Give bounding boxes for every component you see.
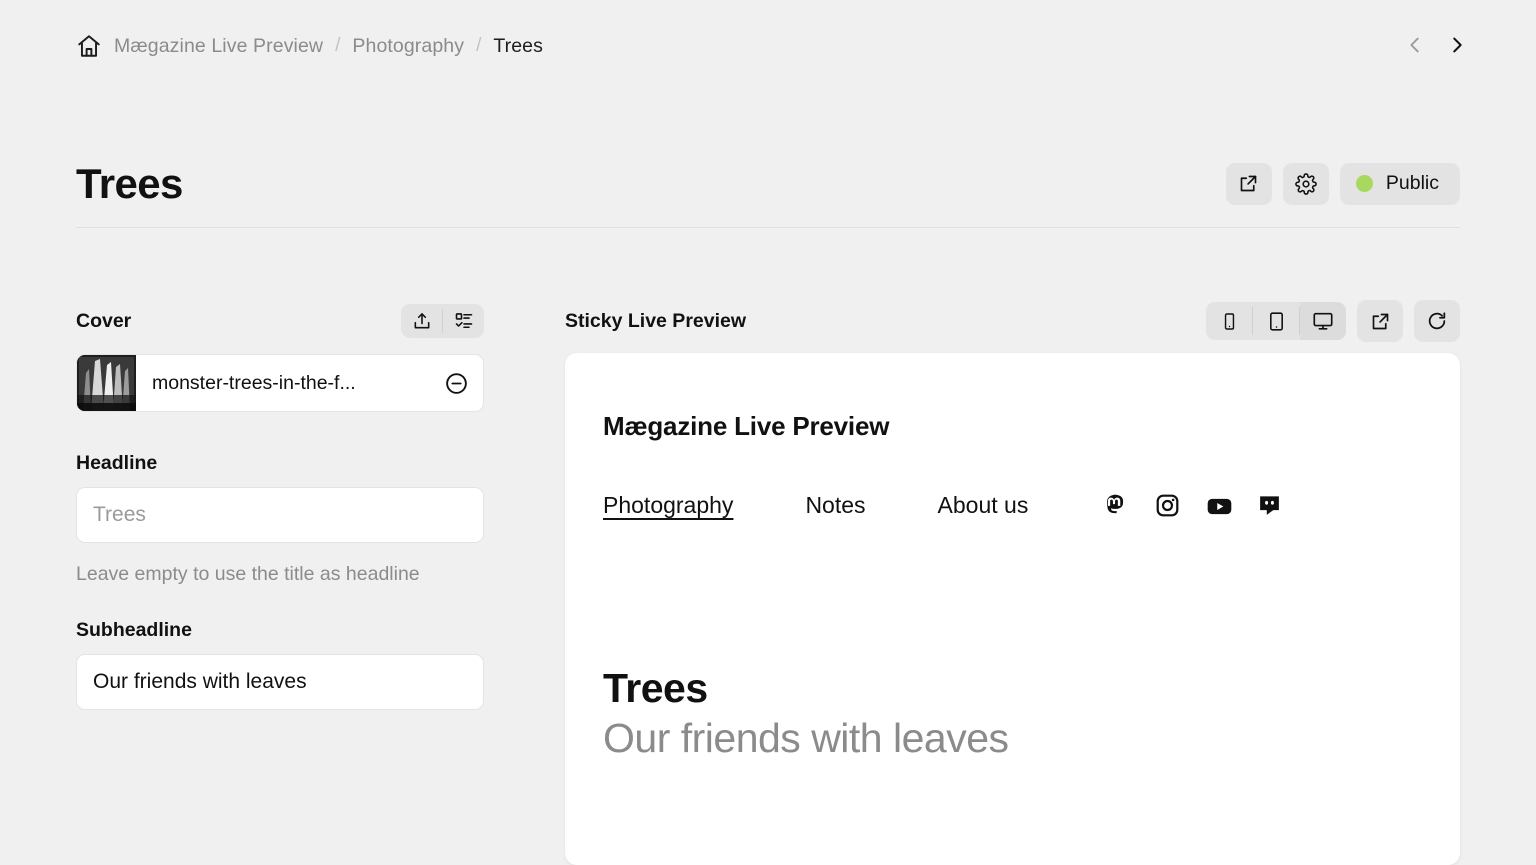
open-external-button[interactable]: [1225, 162, 1272, 205]
live-preview-frame[interactable]: Mægazine Live Preview Photography Notes …: [565, 353, 1460, 865]
cover-section-header: Cover: [76, 300, 484, 342]
page-title: Trees: [76, 159, 183, 207]
breadcrumb-separator: /: [335, 35, 341, 56]
live-preview-header: Sticky Live Preview: [565, 300, 1460, 342]
preview-nav-about-us[interactable]: About us: [938, 492, 1029, 519]
preview-open-external-button[interactable]: [1357, 300, 1403, 342]
cover-file-name: monster-trees-in-the-f...: [152, 371, 356, 394]
headline-help-text: Leave empty to use the title as headline: [76, 563, 420, 585]
mastodon-icon[interactable]: [1104, 493, 1129, 518]
instagram-icon[interactable]: [1155, 493, 1180, 518]
live-preview-panel: Sticky Live Preview Mægazine Live Previe…: [565, 300, 1460, 865]
breadcrumb-item-site[interactable]: Mægazine Live Preview: [114, 35, 323, 58]
page-header: Trees Public: [76, 140, 1460, 228]
status-dot-icon: [1355, 175, 1373, 192]
preview-site-nav: Photography Notes About us: [603, 492, 1422, 519]
preview-refresh-button[interactable]: [1414, 300, 1460, 342]
device-desktop-button[interactable]: [1300, 302, 1346, 340]
preview-nav-photography[interactable]: Photography: [603, 492, 733, 519]
subheadline-label: Subheadline: [76, 619, 192, 642]
upload-icon[interactable]: [401, 304, 442, 338]
cover-label: Cover: [76, 309, 132, 332]
discord-icon[interactable]: [1257, 493, 1282, 518]
breadcrumb: Mægazine Live Preview / Photography / Tr…: [76, 33, 543, 59]
list-checks-icon[interactable]: [443, 304, 484, 338]
preview-article-subtitle: Our friends with leaves: [603, 715, 1009, 762]
preview-site-title: Mægazine Live Preview: [603, 411, 890, 441]
preview-nav-notes[interactable]: Notes: [805, 492, 865, 519]
breadcrumb-bar: Mægazine Live Preview / Photography / Tr…: [0, 0, 1536, 92]
preview-article-header: Trees Our friends with leaves: [603, 665, 1422, 765]
editor-form: Cover monster-trees-in-the-f... Headline…: [76, 300, 484, 711]
live-preview-label: Sticky Live Preview: [565, 309, 747, 332]
headline-label: Headline: [76, 452, 158, 474]
breadcrumb-item-current: Trees: [493, 34, 543, 57]
breadcrumb-item-section[interactable]: Photography: [352, 35, 464, 58]
visibility-badge[interactable]: Public: [1339, 162, 1460, 205]
visibility-label: Public: [1385, 172, 1439, 194]
device-tablet-button[interactable]: [1253, 302, 1299, 340]
subheadline-field-group: Subheadline: [76, 619, 484, 711]
cover-actions: [401, 304, 484, 338]
breadcrumb-separator: /: [476, 35, 482, 56]
minus-circle-icon[interactable]: [429, 371, 483, 396]
preview-article-title: Trees: [603, 665, 708, 711]
settings-button[interactable]: [1282, 162, 1329, 205]
cover-file-row[interactable]: monster-trees-in-the-f...: [76, 354, 484, 412]
page-actions: Public: [1225, 162, 1460, 205]
pager-controls: [1402, 30, 1470, 60]
cover-thumbnail: [77, 355, 136, 411]
headline-input[interactable]: [76, 487, 484, 543]
chevron-left-icon[interactable]: [1402, 30, 1428, 60]
live-preview-toolbar: [1206, 300, 1460, 342]
device-size-switcher: [1206, 302, 1346, 340]
headline-field-group: Headline Leave empty to use the title as…: [76, 452, 484, 591]
preview-social-links: [1104, 493, 1282, 518]
subheadline-input[interactable]: [76, 654, 484, 711]
chevron-right-icon[interactable]: [1444, 30, 1470, 60]
device-mobile-button[interactable]: [1206, 302, 1252, 340]
home-icon[interactable]: [76, 33, 102, 59]
youtube-icon[interactable]: [1206, 493, 1232, 518]
